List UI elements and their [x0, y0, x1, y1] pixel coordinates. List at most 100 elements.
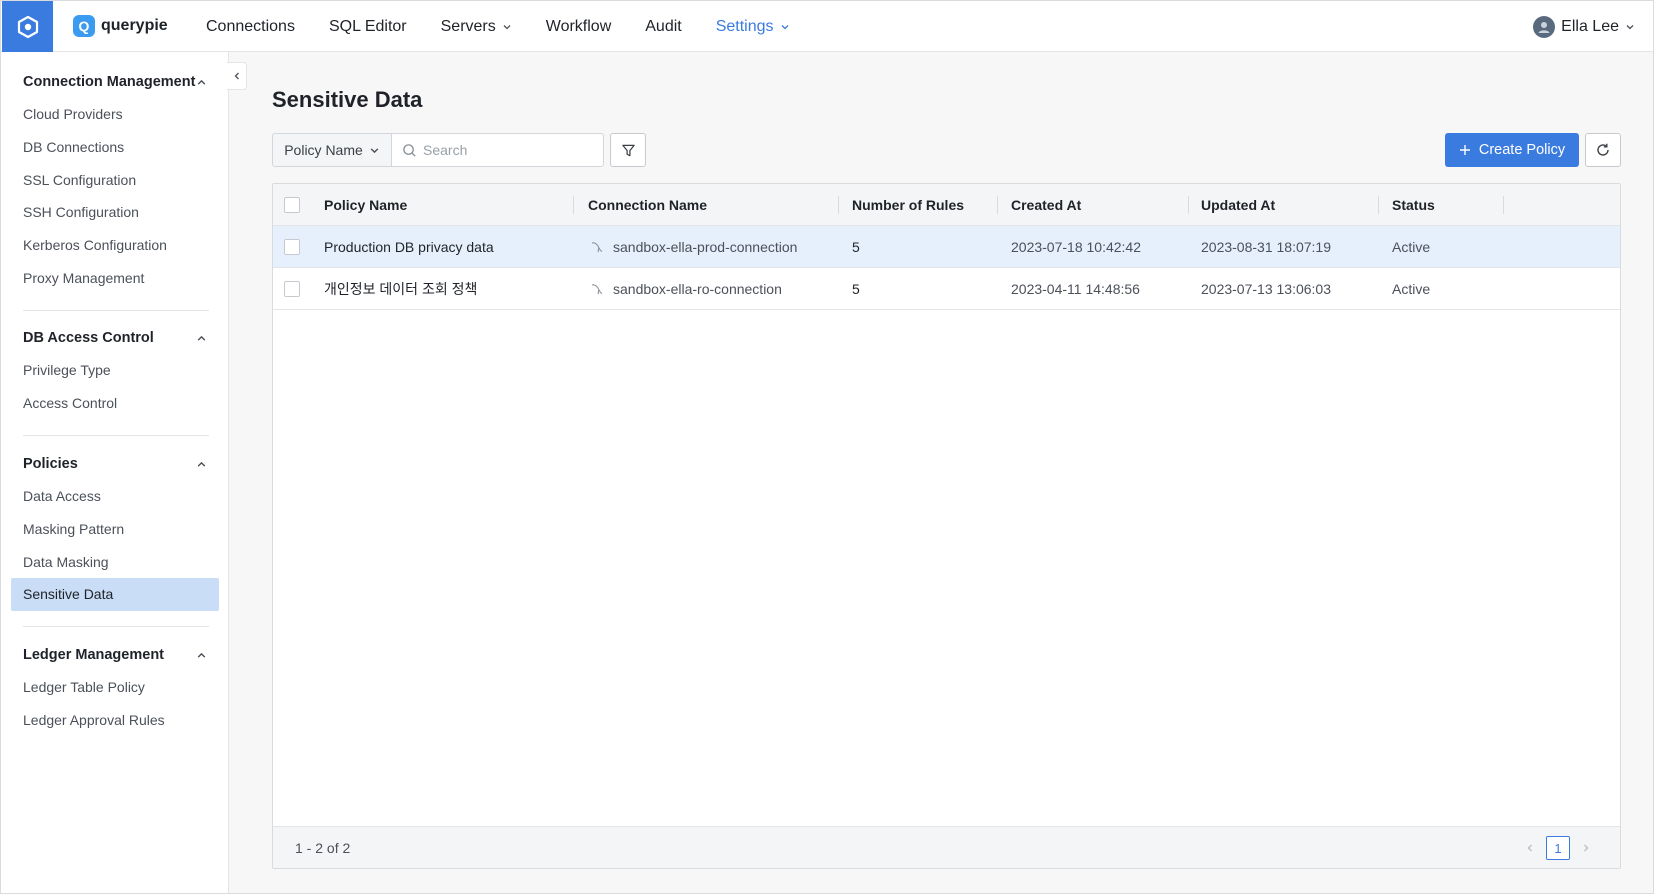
sidebar-section-title: Connection Management	[23, 74, 196, 90]
sidebar-section-title: Ledger Management	[23, 647, 164, 663]
sidebar-item-label: Proxy Management	[23, 269, 145, 286]
column-divider	[1188, 196, 1189, 214]
sidebar-section-header[interactable]: DB Access Control	[1, 322, 229, 354]
row-checkbox[interactable]	[284, 281, 300, 297]
user-name: Ella Lee	[1561, 18, 1619, 35]
column-header-status[interactable]: Status	[1392, 184, 1435, 226]
chevron-left-icon	[1527, 844, 1532, 852]
select-all-checkbox[interactable]	[284, 197, 300, 213]
user-avatar-icon	[1538, 22, 1550, 33]
sidebar-divider	[23, 435, 209, 436]
chevron-up-icon	[197, 335, 206, 341]
nav-sql-editor[interactable]: SQL Editor	[329, 18, 407, 36]
sidebar-section-title: DB Access Control	[23, 330, 154, 346]
table-row[interactable]: 개인정보 데이터 조회 정책 sandbox-ella-ro-connectio…	[273, 268, 1620, 310]
chevron-up-icon	[197, 461, 206, 467]
sidebar-collapse-button[interactable]	[227, 62, 247, 90]
nav-settings[interactable]: Settings	[716, 18, 790, 36]
mysql-dolphin-icon	[591, 284, 603, 295]
brand-name: querypie	[101, 17, 168, 34]
column-header-policy-name[interactable]: Policy Name	[324, 184, 407, 226]
sidebar-section-title: Policies	[23, 456, 78, 472]
user-menu[interactable]: Ella Lee	[1533, 16, 1635, 38]
sidebar-item-ledger-table-policy[interactable]: Ledger Table Policy	[1, 671, 229, 704]
chevron-down-icon	[370, 147, 379, 153]
sidebar-section-header[interactable]: Connection Management	[1, 66, 229, 98]
previous-page-button[interactable]	[1524, 842, 1536, 854]
sidebar-section-header[interactable]: Policies	[1, 448, 229, 480]
nav-connections[interactable]: Connections	[206, 18, 295, 36]
column-header-updated-at[interactable]: Updated At	[1201, 184, 1275, 226]
sidebar-item-label: Ledger Table Policy	[23, 679, 145, 696]
sidebar-item-kerberos-configuration[interactable]: Kerberos Configuration	[1, 229, 229, 262]
nav-audit-label: Audit	[645, 17, 682, 35]
sidebar-item-proxy-management[interactable]: Proxy Management	[1, 261, 229, 294]
sidebar-section-policies: Policies Data Access Masking Pattern Dat…	[1, 448, 229, 611]
sidebar-item-data-access[interactable]: Data Access	[1, 480, 229, 513]
top-navigation-bar: Q querypie Connections SQL Editor Server…	[1, 1, 1653, 52]
table-row[interactable]: Production DB privacy data sandbox-ella-…	[273, 226, 1620, 268]
column-divider	[573, 196, 574, 214]
cell-updated-at: 2023-07-13 13:06:03	[1201, 281, 1331, 297]
cell-number-of-rules: 5	[852, 281, 860, 297]
sidebar-section-connection-management: Connection Management Cloud Providers DB…	[1, 66, 229, 294]
chevron-down-icon	[503, 24, 511, 29]
brand-logo[interactable]: Q querypie	[73, 15, 168, 37]
cell-created-at: 2023-04-11 14:48:56	[1011, 281, 1140, 297]
sidebar-item-ledger-approval-rules[interactable]: Ledger Approval Rules	[1, 704, 229, 737]
sidebar-item-ssl-configuration[interactable]: SSL Configuration	[1, 163, 229, 196]
policies-table: Policy Name Connection Name Number of Ru…	[272, 183, 1621, 869]
cell-number-of-rules: 5	[852, 239, 860, 255]
home-button[interactable]	[2, 1, 53, 52]
sidebar-item-label: Data Access	[23, 488, 101, 505]
sidebar-section-ledger-management: Ledger Management Ledger Table Policy Le…	[1, 639, 229, 736]
sidebar-divider	[23, 626, 209, 627]
sidebar-item-label: Masking Pattern	[23, 521, 125, 538]
page-title: Sensitive Data	[272, 87, 423, 112]
sidebar-item-masking-pattern[interactable]: Masking Pattern	[1, 513, 229, 546]
column-header-number-of-rules[interactable]: Number of Rules	[852, 184, 964, 226]
nav-servers[interactable]: Servers	[441, 18, 512, 36]
sidebar-item-label: Kerberos Configuration	[23, 237, 167, 254]
nav-audit[interactable]: Audit	[645, 18, 681, 36]
search-icon	[403, 143, 416, 157]
sidebar-item-privilege-type[interactable]: Privilege Type	[1, 354, 229, 387]
sidebar-section-header[interactable]: Ledger Management	[1, 639, 229, 671]
chevron-down-icon	[1626, 25, 1634, 30]
page-number-button[interactable]: 1	[1546, 836, 1570, 860]
cell-connection-name: sandbox-ella-ro-connection	[590, 268, 782, 310]
connection-name-text: sandbox-ella-ro-connection	[613, 281, 782, 297]
sidebar-item-data-masking[interactable]: Data Masking	[1, 545, 229, 578]
next-page-button[interactable]	[1580, 842, 1592, 854]
sidebar-item-label: Cloud Providers	[23, 106, 123, 123]
sidebar-item-label: Data Masking	[23, 553, 109, 570]
nav-workflow[interactable]: Workflow	[546, 18, 612, 36]
brand-logo-icon: Q	[73, 15, 95, 37]
sidebar-item-label: DB Connections	[23, 139, 125, 156]
mysql-dolphin-icon	[591, 242, 603, 253]
sidebar-item-db-connections[interactable]: DB Connections	[1, 131, 229, 164]
connection-name-text: sandbox-ella-prod-connection	[613, 239, 798, 255]
refresh-button[interactable]	[1585, 133, 1621, 167]
sidebar-item-access-control[interactable]: Access Control	[1, 387, 229, 420]
search-field-select[interactable]: Policy Name	[272, 133, 392, 167]
sidebar-item-label: Ledger Approval Rules	[23, 712, 165, 729]
cell-connection-name: sandbox-ella-prod-connection	[590, 226, 797, 268]
sidebar-item-ssh-configuration[interactable]: SSH Configuration	[1, 196, 229, 229]
nav-connections-label: Connections	[206, 17, 295, 35]
app-window: Q querypie Connections SQL Editor Server…	[0, 0, 1654, 894]
column-header-connection-name[interactable]: Connection Name	[588, 184, 707, 226]
column-header-created-at[interactable]: Created At	[1011, 184, 1081, 226]
cell-policy-name: 개인정보 데이터 조회 정책	[324, 281, 478, 297]
sidebar-item-sensitive-data[interactable]: Sensitive Data	[11, 578, 219, 611]
chevron-up-icon	[197, 652, 206, 658]
create-policy-button[interactable]: Create Policy	[1445, 133, 1579, 167]
chevron-left-icon	[234, 72, 239, 80]
avatar	[1533, 16, 1556, 38]
sidebar-item-cloud-providers[interactable]: Cloud Providers	[1, 98, 229, 131]
filter-button[interactable]	[610, 133, 646, 167]
sidebar-item-label: Access Control	[23, 395, 118, 412]
row-checkbox[interactable]	[284, 239, 300, 255]
search-input[interactable]	[423, 142, 593, 158]
column-divider	[1378, 196, 1379, 214]
